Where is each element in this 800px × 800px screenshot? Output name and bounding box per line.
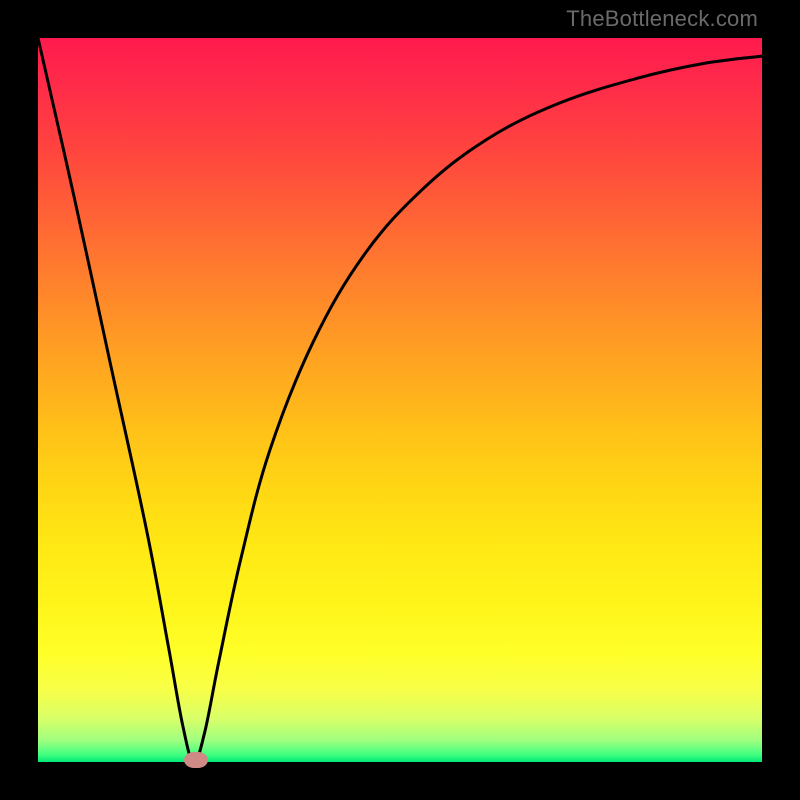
curve-svg bbox=[38, 38, 762, 762]
minimum-marker bbox=[184, 752, 208, 768]
watermark-text: TheBottleneck.com bbox=[566, 6, 758, 32]
chart-frame: TheBottleneck.com bbox=[0, 0, 800, 800]
plot-area bbox=[38, 38, 762, 762]
bottleneck-curve bbox=[38, 38, 762, 762]
